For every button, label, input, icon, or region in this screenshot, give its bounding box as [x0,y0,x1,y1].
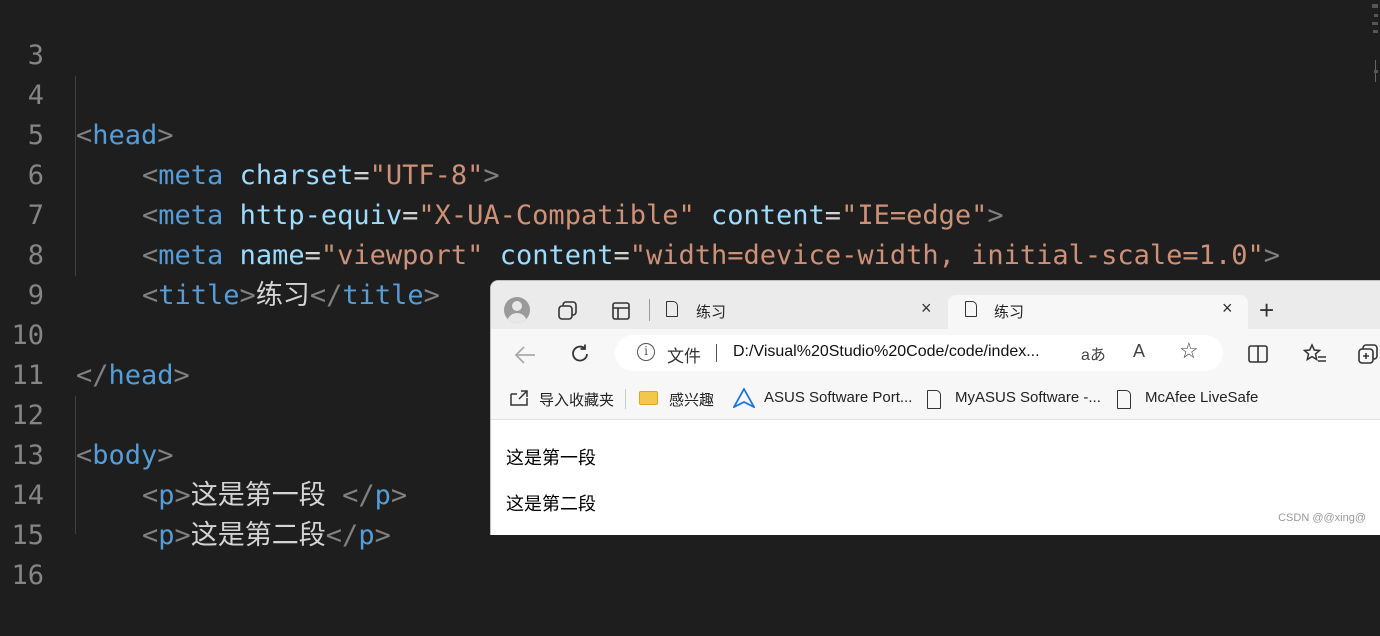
watermark: CSDN @@xing@ [1278,512,1366,524]
close-tab-icon[interactable]: × [1222,298,1233,319]
document-icon [666,301,678,317]
code-paragraph-1: <p>这是第一段 </p> [142,480,408,511]
code-paragraph-2: <p>这是第二段</p> [142,520,391,551]
tab-active[interactable]: 练习 × [948,295,1248,329]
code-line-10[interactable]: 10 </head> [0,276,189,391]
favorites-separator [625,389,626,409]
tab-title: 练习 [696,304,727,321]
toolbar: i 文件 D:/Visual%20Studio%20Code/code/inde… [491,329,1380,379]
code-head-open: <head> [76,120,174,151]
code-body-open: <body> [76,440,174,471]
code-line-16[interactable]: 16 [0,516,65,591]
favorite-star-icon[interactable]: ☆ [1179,338,1199,364]
document-icon [1117,390,1131,409]
favorite-mcafee[interactable]: McAfee LiveSafe [1145,389,1258,406]
code-meta-viewport: <meta name="viewport" content="width=dev… [142,240,1280,271]
new-tab-button[interactable]: + [1259,295,1274,326]
workspaces-icon[interactable] [557,299,579,321]
code-head-close: </head> [76,360,190,391]
read-aloud-icon[interactable]: aあ [1081,341,1106,365]
browser-window: 练习 × 练习 × + i 文件 D:/Visual%20Studio%20Co… [490,280,1380,535]
tab-separator [649,299,650,321]
profile-avatar[interactable] [504,297,530,323]
code-meta-charset: <meta charset="UTF-8"> [142,160,500,191]
tab-inactive[interactable]: 练习 × [651,295,941,329]
code-line-5[interactable]: 5 <meta charset="UTF-8"> [0,76,500,191]
close-tab-icon[interactable]: × [921,298,932,319]
import-favorites-icon [510,390,528,406]
code-line-3[interactable]: 3 [0,0,65,71]
address-separator [716,344,717,362]
tab-title: 练习 [994,304,1025,321]
favorite-import[interactable]: 导入收藏夹 [539,389,614,410]
paragraph-2: 这是第二段 [506,494,596,515]
favorites-icon[interactable] [1303,343,1327,365]
tab-bar: 练习 × 练习 × + [491,281,1380,329]
tab-actions-icon[interactable] [611,301,631,321]
code-line-4[interactable]: 4 <head> [0,36,174,151]
back-icon[interactable] [513,345,537,365]
favorite-myasus[interactable]: MyASUS Software -... [955,389,1101,406]
address-bar[interactable]: i 文件 D:/Visual%20Studio%20Code/code/inde… [615,335,1223,371]
folder-icon [639,391,658,405]
favorite-folder-interests[interactable]: 感兴趣 [669,389,714,410]
paragraph-1: 这是第一段 [506,448,596,469]
code-line-11[interactable]: 11 [0,316,65,391]
code-line-14[interactable]: 14 <p>这是第二段</p> [0,436,390,551]
favorite-asus-portal[interactable]: ASUS Software Port... [764,389,912,406]
site-info-icon[interactable]: i [637,343,655,361]
line-number: 16 [11,560,44,591]
document-icon [965,301,977,317]
document-icon [927,390,941,409]
page-content: 这是第一段 这是第二段 [491,420,1380,535]
code-line-12[interactable]: 12 <body> [0,356,173,471]
text-size-icon[interactable]: A [1133,341,1145,362]
code-line-8[interactable]: 8 <title>练习</title> [0,196,440,311]
code-line-13[interactable]: 13 <p>这是第一段 </p> [0,396,407,511]
asus-logo-icon [733,388,755,408]
file-label: 文件 [667,347,701,366]
code-line-15[interactable]: 15 [0,476,65,551]
code-line-6[interactable]: 6 <meta http-equiv="X-UA-Compatible" con… [0,116,1004,231]
code-meta-http-equiv: <meta http-equiv="X-UA-Compatible" conte… [142,200,1004,231]
url-text[interactable]: D:/Visual%20Studio%20Code/code/index... [733,343,1040,361]
collections-icon[interactable] [1357,343,1380,365]
code-title: <title>练习</title> [142,280,440,311]
refresh-icon[interactable] [569,343,591,365]
split-screen-icon[interactable] [1247,344,1269,364]
code-line-7[interactable]: 7 <meta name="viewport" content="width=d… [0,156,1280,271]
favorites-bar: 导入收藏夹 感兴趣 ASUS Software Port... MyASUS S… [491,379,1380,420]
code-line-9[interactable]: 9 [0,236,65,311]
